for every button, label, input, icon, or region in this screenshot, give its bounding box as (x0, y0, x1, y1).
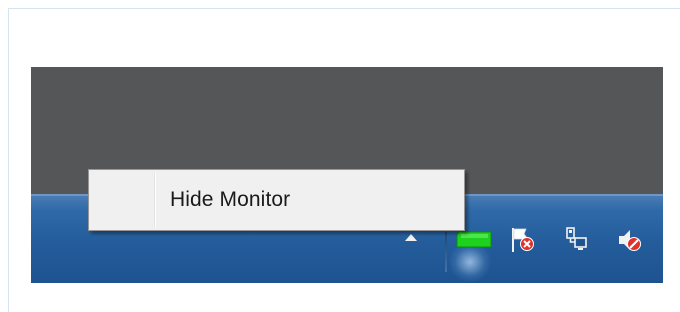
tray-separator (445, 232, 447, 272)
menu-item-hide-monitor[interactable]: Hide Monitor (92, 173, 461, 227)
monitor-status-icon[interactable] (455, 230, 493, 250)
context-menu: Hide Monitor (88, 169, 465, 231)
network-disconnected-icon[interactable] (563, 226, 589, 254)
action-center-flag-icon[interactable] (509, 226, 535, 254)
menu-item-label: Hide Monitor (170, 188, 291, 211)
show-hidden-icons-arrow-icon[interactable] (405, 234, 417, 241)
volume-muted-icon[interactable] (617, 226, 643, 254)
